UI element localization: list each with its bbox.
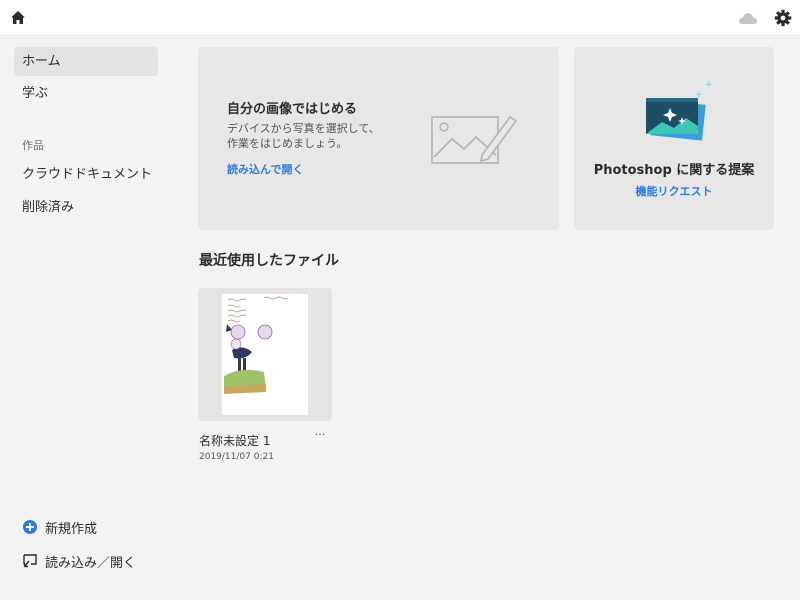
sidebar-item-label: クラウドドキュメント xyxy=(22,167,153,182)
plus-circle-icon xyxy=(22,519,38,535)
sidebar-section-label: 作品 xyxy=(22,139,44,152)
image-edit-icon xyxy=(430,111,518,165)
file-thumbnail[interactable] xyxy=(198,288,332,421)
cloud-icon[interactable] xyxy=(737,8,759,28)
start-with-image-card[interactable]: 自分の画像ではじめる デバイスから写真を選択して、 作業をはじめましょう。 読み… xyxy=(198,47,559,230)
new-document-button[interactable]: 新規作成 xyxy=(22,517,97,537)
file-preview-artwork xyxy=(222,294,308,415)
sidebar: ホーム 学ぶ 作品 クラウドドキュメント 削除済み 新規作成 読み込み／開く xyxy=(0,36,170,600)
gear-icon[interactable] xyxy=(773,8,793,28)
recent-files-title: 最近使用したファイル xyxy=(199,253,339,269)
start-card-desc-1: デバイスから写真を選択して、 xyxy=(227,122,380,135)
import-open-label: 読み込み／開く xyxy=(45,555,137,571)
more-options-icon[interactable]: ··· xyxy=(313,429,327,442)
sidebar-item-cloud-documents[interactable]: クラウドドキュメント xyxy=(14,160,158,189)
sidebar-item-deleted[interactable]: 削除済み xyxy=(14,193,158,222)
home-icon[interactable] xyxy=(9,9,27,27)
feature-suggestion-card[interactable]: + + Photoshop に関する提案 機能リクエスト xyxy=(574,47,774,230)
start-card-title: 自分の画像ではじめる xyxy=(227,102,358,117)
feature-request-illustration: + + xyxy=(644,78,714,144)
sidebar-item-label: 削除済み xyxy=(22,200,75,215)
open-import-link[interactable]: 読み込んで開く xyxy=(227,161,303,177)
import-open-button[interactable]: 読み込み／開く xyxy=(22,551,136,571)
sidebar-item-label: ホーム xyxy=(22,54,61,69)
top-bar xyxy=(0,0,800,36)
svg-text:+: + xyxy=(705,80,713,90)
file-date: 2019/11/07 0:21 xyxy=(199,452,274,462)
import-icon xyxy=(22,553,38,569)
sidebar-item-label: 学ぶ xyxy=(22,86,49,101)
start-card-desc-2: 作業をはじめましょう。 xyxy=(227,137,348,150)
sidebar-item-home[interactable]: ホーム xyxy=(14,47,158,76)
feature-request-link[interactable]: 機能リクエスト xyxy=(574,183,774,199)
new-document-label: 新規作成 xyxy=(45,521,98,537)
suggestion-card-title: Photoshop に関する提案 xyxy=(593,163,755,178)
file-name: 名称未設定 1 xyxy=(199,434,271,448)
sidebar-item-learn[interactable]: 学ぶ xyxy=(14,79,158,108)
